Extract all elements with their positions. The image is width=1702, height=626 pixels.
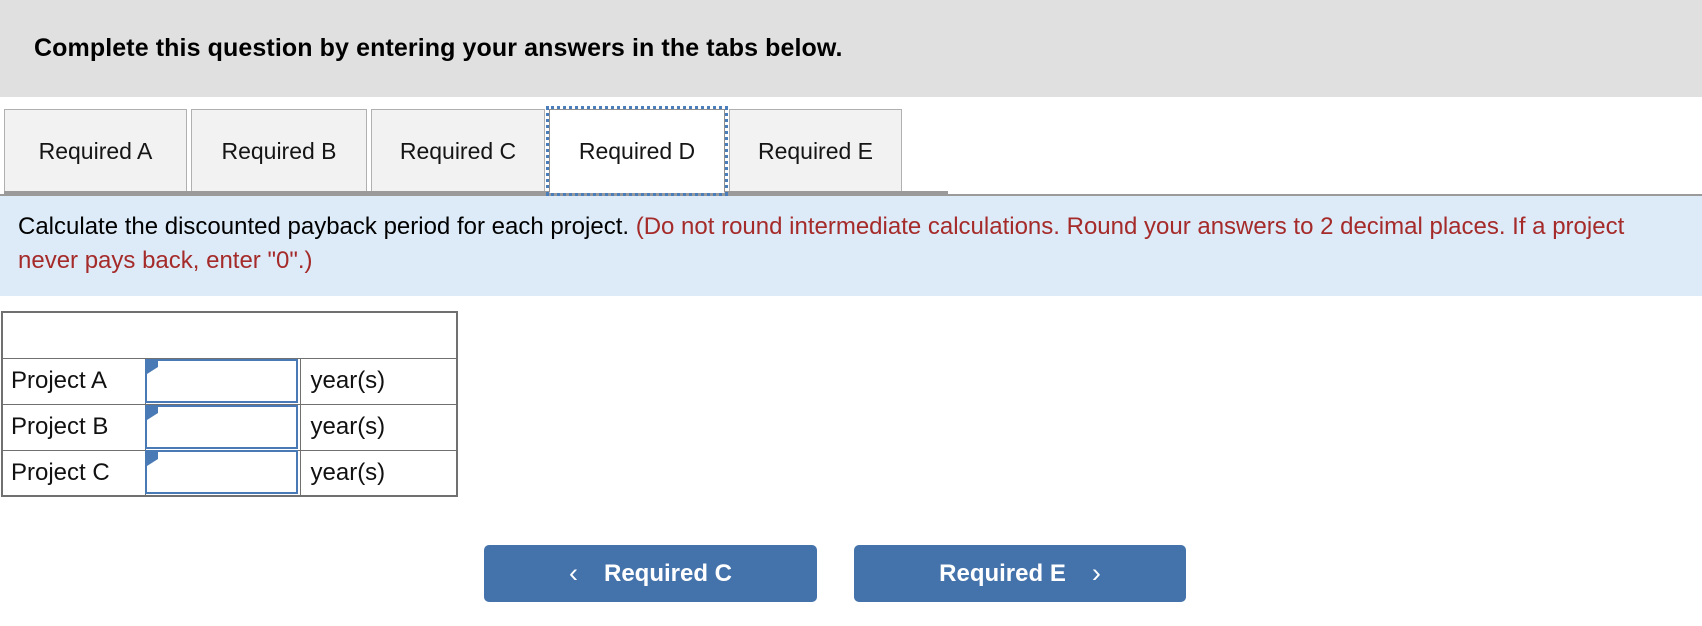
tab-label: Required A: [38, 137, 153, 164]
tab-label: Required D: [578, 137, 696, 164]
instruction-main: Calculate the discounted payback period …: [18, 213, 636, 240]
table-header-row: [1, 311, 458, 359]
tab-required-d[interactable]: Required D: [546, 106, 728, 196]
tab-label: Required E: [757, 137, 874, 164]
tab-strip-underline: [4, 191, 948, 194]
tab-required-e[interactable]: Required E: [729, 109, 902, 193]
requirement-tabs: Required A Required B Required C Require…: [0, 97, 1702, 196]
page-title: Complete this question by entering your …: [34, 34, 843, 62]
table-row: Project B year(s): [1, 403, 458, 451]
tab-required-a[interactable]: Required A: [4, 109, 187, 193]
table-row: Project C year(s): [1, 449, 458, 497]
input-cell-project-b[interactable]: [144, 403, 301, 451]
chevron-left-icon: ‹: [568, 558, 578, 588]
input-cell-project-a[interactable]: [144, 357, 301, 405]
answer-input-project-c[interactable]: [144, 450, 298, 495]
answer-table: Project A year(s) Project B year(s) Proj…: [1, 311, 458, 497]
row-label-project-c: Project C: [1, 449, 146, 497]
tab-label: Required B: [221, 137, 337, 164]
tab-required-b[interactable]: Required B: [191, 109, 367, 193]
question-header-band: Complete this question by entering your …: [0, 0, 1702, 97]
row-unit-project-b: year(s): [299, 403, 458, 451]
table-row: Project A year(s): [1, 357, 458, 405]
chevron-right-icon: ›: [1091, 558, 1101, 588]
row-unit-project-c: year(s): [299, 449, 458, 497]
tab-navigation-row: ‹ Required C Required E ›: [0, 545, 1702, 602]
table-header-cell: [1, 311, 458, 359]
tab-required-c[interactable]: Required C: [371, 109, 545, 193]
row-unit-project-a: year(s): [299, 357, 458, 405]
row-label-project-b: Project B: [1, 403, 146, 451]
instruction-bar: Calculate the discounted payback period …: [0, 194, 1702, 296]
answer-input-project-a[interactable]: [144, 358, 298, 403]
input-cell-project-c[interactable]: [144, 449, 301, 497]
row-label-project-a: Project A: [1, 357, 146, 405]
answer-input-project-b[interactable]: [144, 404, 298, 449]
tab-label: Required C: [399, 137, 517, 164]
instruction-text: Calculate the discounted payback period …: [18, 210, 1684, 278]
next-requirement-button[interactable]: Required E ›: [854, 545, 1186, 602]
answer-table-area: Project A year(s) Project B year(s) Proj…: [0, 296, 1702, 497]
prev-requirement-button[interactable]: ‹ Required C: [484, 545, 817, 602]
next-requirement-label: Required E: [939, 559, 1066, 587]
prev-requirement-label: Required C: [603, 559, 732, 587]
